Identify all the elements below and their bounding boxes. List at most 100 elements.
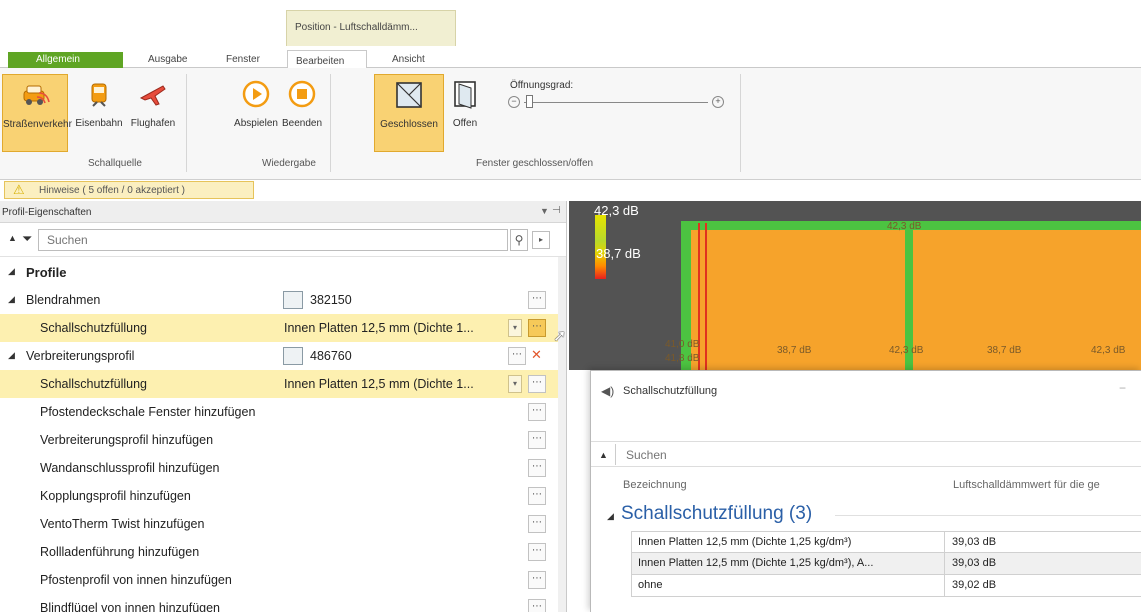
edit-button[interactable]: ⋯: [528, 431, 546, 449]
table-row[interactable]: Innen Platten 12,5 mm (Dichte 1,25 kg/dm…: [631, 553, 1141, 575]
slider-plus-icon[interactable]: +: [712, 96, 724, 108]
group-label-wiedergabe: Wiedergabe: [262, 158, 316, 169]
eisenbahn-button[interactable]: Eisenbahn: [70, 78, 128, 154]
group-separator: [740, 74, 741, 172]
tree-row-add[interactable]: Pfostenprofil von innen hinzufügen ⋯: [0, 566, 566, 594]
slider-minus-icon[interactable]: −: [508, 96, 520, 108]
column-header-bezeichnung[interactable]: Bezeichnung: [623, 479, 687, 491]
abspielen-button[interactable]: Abspielen: [232, 78, 280, 154]
edit-button[interactable]: ⋯: [528, 291, 546, 309]
offen-button[interactable]: Offen: [448, 78, 482, 154]
edit-button[interactable]: ⋯: [528, 487, 546, 505]
db-label: 38,7 dB: [987, 345, 1022, 356]
cell-divider: [944, 575, 945, 596]
slider-thumb[interactable]: [526, 95, 533, 108]
edit-button[interactable]: ⋯: [528, 375, 546, 393]
tab-ausgabe[interactable]: Ausgabe: [148, 54, 187, 68]
tree-row-add[interactable]: VentoTherm Twist hinzufügen ⋯: [0, 510, 566, 538]
expand-arrow-icon[interactable]: ◢: [8, 266, 15, 277]
expand-arrow-icon[interactable]: ◢: [607, 511, 614, 522]
row-value: 486760: [310, 349, 352, 363]
row-value: Innen Platten 12,5 mm (Dichte 1...: [284, 377, 474, 391]
panel-scrollbar[interactable]: [558, 257, 566, 612]
dialog-search-field[interactable]: [615, 444, 1141, 465]
tree-row-add[interactable]: Rollladenführung hinzufügen ⋯: [0, 538, 566, 566]
dialog-search-input[interactable]: [616, 444, 1141, 465]
tab-ansicht[interactable]: Ansicht: [392, 54, 425, 68]
tree-row-add[interactable]: Wandanschlussprofil hinzufügen ⋯: [0, 454, 566, 482]
schallschutzfuellung-dialog: ◀) Schallschutzfüllung − ▲ Bezeichnung L…: [590, 370, 1141, 612]
warning-icon: ⚠: [13, 182, 25, 197]
tab-fenster[interactable]: Fenster: [226, 54, 260, 68]
geschlossen-button[interactable]: Geschlossen: [374, 74, 444, 152]
tree-row-profile[interactable]: ◢ Profile: [0, 258, 566, 286]
eisenbahn-label: Eisenbahn: [75, 118, 123, 129]
chevron-right-icon[interactable]: ▸: [532, 231, 550, 249]
edit-button[interactable]: ⋯: [528, 403, 546, 421]
profile-marker: [705, 223, 707, 370]
tree-row-add[interactable]: Blindflügel von innen hinzufügen ⋯: [0, 594, 566, 612]
edit-button[interactable]: ⋯: [528, 571, 546, 589]
row-name: Pfostenprofil von innen hinzufügen: [40, 573, 232, 587]
tree-row-verbreiterungsprofil[interactable]: ◢ Verbreiterungsprofil 486760 ⋯ ✕: [0, 342, 566, 370]
chevron-down-icon[interactable]: ▼: [540, 206, 549, 216]
tab-bearbeiten[interactable]: Bearbeiten: [287, 50, 367, 69]
tree-row-add[interactable]: Verbreiterungsprofil hinzufügen ⋯: [0, 426, 566, 454]
collapse-icon[interactable]: ▲: [8, 233, 17, 243]
contextual-tab-group: Position - Luftschalldämm...: [286, 10, 456, 46]
legend-mid-value: 38,7 dB: [596, 246, 641, 261]
flughafen-button[interactable]: Flughafen: [128, 78, 178, 154]
row-name: Pfostendeckschale Fenster hinzufügen: [40, 405, 256, 419]
edit-button[interactable]: ⋯: [528, 319, 546, 337]
search-icon[interactable]: ⚲: [510, 229, 528, 251]
edit-button[interactable]: ⋯: [508, 347, 526, 365]
tree-row-schallschutzfuellung[interactable]: Schallschutzfüllung Innen Platten 12,5 m…: [0, 314, 566, 342]
tree-row-add[interactable]: Pfostendeckschale Fenster hinzufügen ⋯: [0, 398, 566, 426]
column-header-luftschalldaemmwert[interactable]: Luftschalldämmwert für die ge: [953, 479, 1100, 491]
db-label: 41,8 dB: [665, 353, 700, 364]
tree-row-schallschutzfuellung[interactable]: Schallschutzfüllung Innen Platten 12,5 m…: [0, 370, 566, 398]
panel-title: Profil-Eigenschaften: [2, 207, 92, 218]
edit-button[interactable]: ⋯: [528, 459, 546, 477]
legend-max-value: 42,3 dB: [594, 203, 639, 218]
geschlossen-label: Geschlossen: [380, 119, 438, 130]
train-icon: [91, 83, 107, 107]
profile-icon: [283, 347, 303, 365]
tab-allgemein[interactable]: Allgemein: [8, 52, 123, 68]
collapse-icon[interactable]: ▲: [599, 450, 608, 460]
row-value: Innen Platten 12,5 mm (Dichte 1...: [284, 321, 474, 335]
delete-icon[interactable]: ✕: [531, 347, 542, 363]
cell-divider: [944, 532, 945, 553]
pin-icon[interactable]: ⊣: [552, 205, 561, 216]
dropdown-icon[interactable]: ▾: [508, 319, 522, 337]
dropdown-icon[interactable]: ▾: [508, 375, 522, 393]
strassenverkehr-button[interactable]: Straßenverkehr: [2, 74, 72, 152]
tree-row-blendrahmen[interactable]: ◢ Blendrahmen 382150 ⋯: [0, 286, 566, 314]
edit-button[interactable]: ⋯: [528, 599, 546, 612]
expand-arrow-icon[interactable]: ◢: [8, 294, 15, 305]
ribbon: Straßenverkehr Eisenbahn Flughafen Abspi…: [0, 68, 1141, 180]
divider: [835, 515, 1141, 516]
search-input[interactable]: [39, 230, 507, 250]
db-label: 42,3 dB: [1091, 345, 1126, 356]
edit-button[interactable]: ⋯: [528, 515, 546, 533]
row-name: Rollladenführung hinzufügen: [40, 545, 200, 559]
filter-icon[interactable]: ⏷: [22, 231, 32, 247]
search-field[interactable]: [38, 229, 508, 251]
table-row[interactable]: Innen Platten 12,5 mm (Dichte 1,25 kg/dm…: [631, 531, 1141, 553]
close-icon[interactable]: −: [1119, 381, 1126, 395]
oeffnungsgrad-label: Öffnungsgrad:: [510, 80, 574, 91]
table-row[interactable]: ohne 39,02 dB: [631, 575, 1141, 597]
row-name: Kopplungsprofil hinzufügen: [40, 489, 191, 503]
tree-row-add[interactable]: Kopplungsprofil hinzufügen ⋯: [0, 482, 566, 510]
hinweise-bar[interactable]: ⚠ Hinweise ( 5 offen / 0 akzeptiert ): [4, 181, 254, 199]
edit-button[interactable]: ⋯: [528, 543, 546, 561]
oeffnungsgrad-slider[interactable]: [524, 102, 708, 103]
beenden-button[interactable]: Beenden: [280, 78, 324, 154]
row-name: Blindflügel von innen hinzufügen: [40, 601, 220, 612]
row-name: Verbreiterungsprofil: [26, 349, 135, 363]
abspielen-label: Abspielen: [234, 118, 278, 129]
window-open-icon: [454, 81, 476, 109]
cell-wert: 39,02 dB: [952, 579, 997, 591]
expand-arrow-icon[interactable]: ◢: [8, 350, 15, 361]
